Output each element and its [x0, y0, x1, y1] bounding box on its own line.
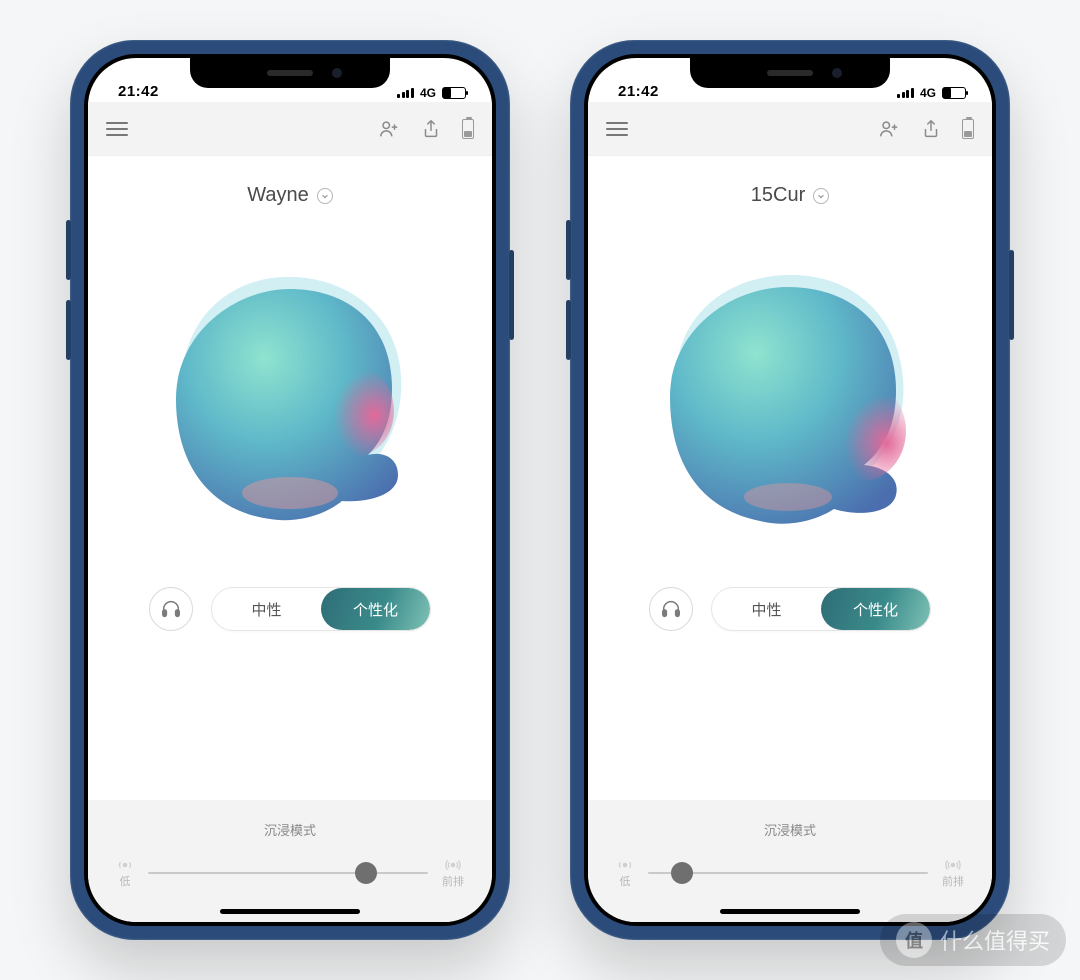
- mode-personalized[interactable]: 个性化: [321, 588, 430, 630]
- battery-icon: [442, 87, 466, 99]
- mode-personalized[interactable]: 个性化: [821, 588, 930, 630]
- watermark: 值 什么值得买: [880, 914, 1066, 966]
- chevron-down-icon: [317, 188, 333, 204]
- sound-profile-visual: [88, 217, 492, 577]
- headphone-button[interactable]: [649, 587, 693, 631]
- immersion-title: 沉浸模式: [616, 820, 964, 839]
- mode-segment: 中性 个性化: [711, 587, 931, 631]
- immersion-panel: 沉浸模式 低 前排: [588, 800, 992, 922]
- mode-neutral[interactable]: 中性: [712, 588, 821, 630]
- menu-icon[interactable]: [106, 122, 128, 136]
- device-battery-icon[interactable]: [962, 119, 974, 139]
- status-time: 21:42: [618, 83, 659, 100]
- slider-low-cap: 低: [116, 857, 134, 888]
- menu-icon[interactable]: [606, 122, 628, 136]
- signal-icon: [397, 88, 414, 98]
- immersion-panel: 沉浸模式 低 前排: [88, 800, 492, 922]
- battery-icon: [942, 87, 966, 99]
- signal-icon: [897, 88, 914, 98]
- immersion-slider[interactable]: [648, 872, 928, 874]
- mode-segment: 中性 个性化: [211, 587, 431, 631]
- immersion-slider[interactable]: [148, 872, 428, 874]
- phone-mockup: 21:42 4G 15Cur: [570, 40, 1010, 940]
- chevron-down-icon: [813, 188, 829, 204]
- add-user-icon[interactable]: [878, 118, 900, 140]
- share-icon[interactable]: [420, 118, 442, 140]
- slider-high-cap: 前排: [442, 857, 464, 888]
- network-label: 4G: [420, 86, 436, 100]
- slider-thumb[interactable]: [671, 862, 693, 884]
- profile-name: 15Cur: [751, 184, 805, 207]
- profile-selector[interactable]: Wayne: [88, 184, 492, 207]
- slider-low-cap: 低: [616, 857, 634, 888]
- slider-high-cap: 前排: [942, 857, 964, 888]
- profile-selector[interactable]: 15Cur: [588, 184, 992, 207]
- watermark-text: 什么值得买: [940, 924, 1050, 956]
- watermark-badge: 值: [896, 922, 932, 958]
- home-indicator[interactable]: [220, 909, 360, 914]
- device-battery-icon[interactable]: [462, 119, 474, 139]
- immersion-title: 沉浸模式: [116, 820, 464, 839]
- home-indicator[interactable]: [720, 909, 860, 914]
- share-icon[interactable]: [920, 118, 942, 140]
- mode-neutral[interactable]: 中性: [212, 588, 321, 630]
- add-user-icon[interactable]: [378, 118, 400, 140]
- status-time: 21:42: [118, 83, 159, 100]
- headphone-button[interactable]: [149, 587, 193, 631]
- sound-profile-visual: [588, 217, 992, 577]
- app-header: [588, 102, 992, 156]
- phone-mockup: 21:42 4G Wayne: [70, 40, 510, 940]
- network-label: 4G: [920, 86, 936, 100]
- profile-name: Wayne: [247, 184, 309, 207]
- app-header: [88, 102, 492, 156]
- slider-thumb[interactable]: [355, 862, 377, 884]
